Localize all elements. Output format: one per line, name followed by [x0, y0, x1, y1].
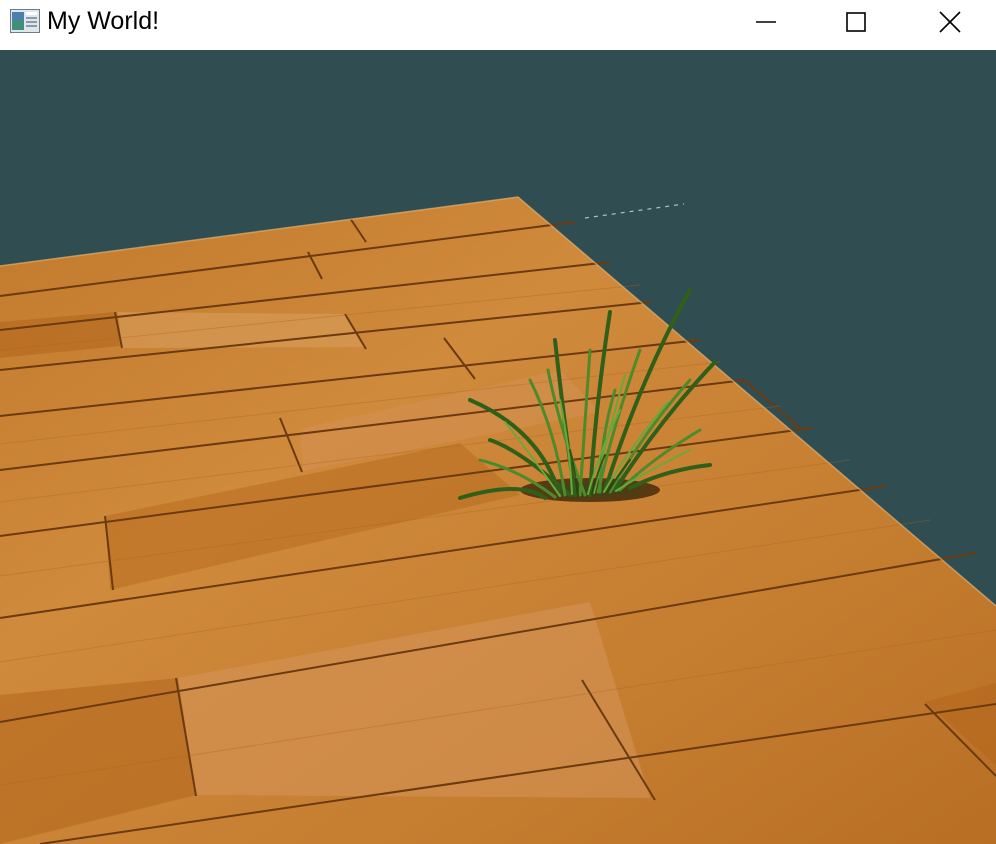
- app-window: My World!: [0, 0, 996, 844]
- maximize-button[interactable]: [810, 0, 902, 44]
- minimize-icon: [756, 21, 776, 23]
- window-title: My World!: [47, 7, 160, 35]
- app-window-icon: [10, 9, 40, 33]
- maximize-icon: [846, 12, 866, 32]
- minimize-button[interactable]: [720, 0, 812, 44]
- scene-canvas[interactable]: [0, 50, 996, 844]
- title-bar[interactable]: My World!: [0, 0, 996, 50]
- 3d-viewport[interactable]: [0, 50, 996, 844]
- distant-light-trail: [584, 203, 685, 219]
- close-button[interactable]: [904, 0, 996, 44]
- close-icon: [939, 11, 961, 33]
